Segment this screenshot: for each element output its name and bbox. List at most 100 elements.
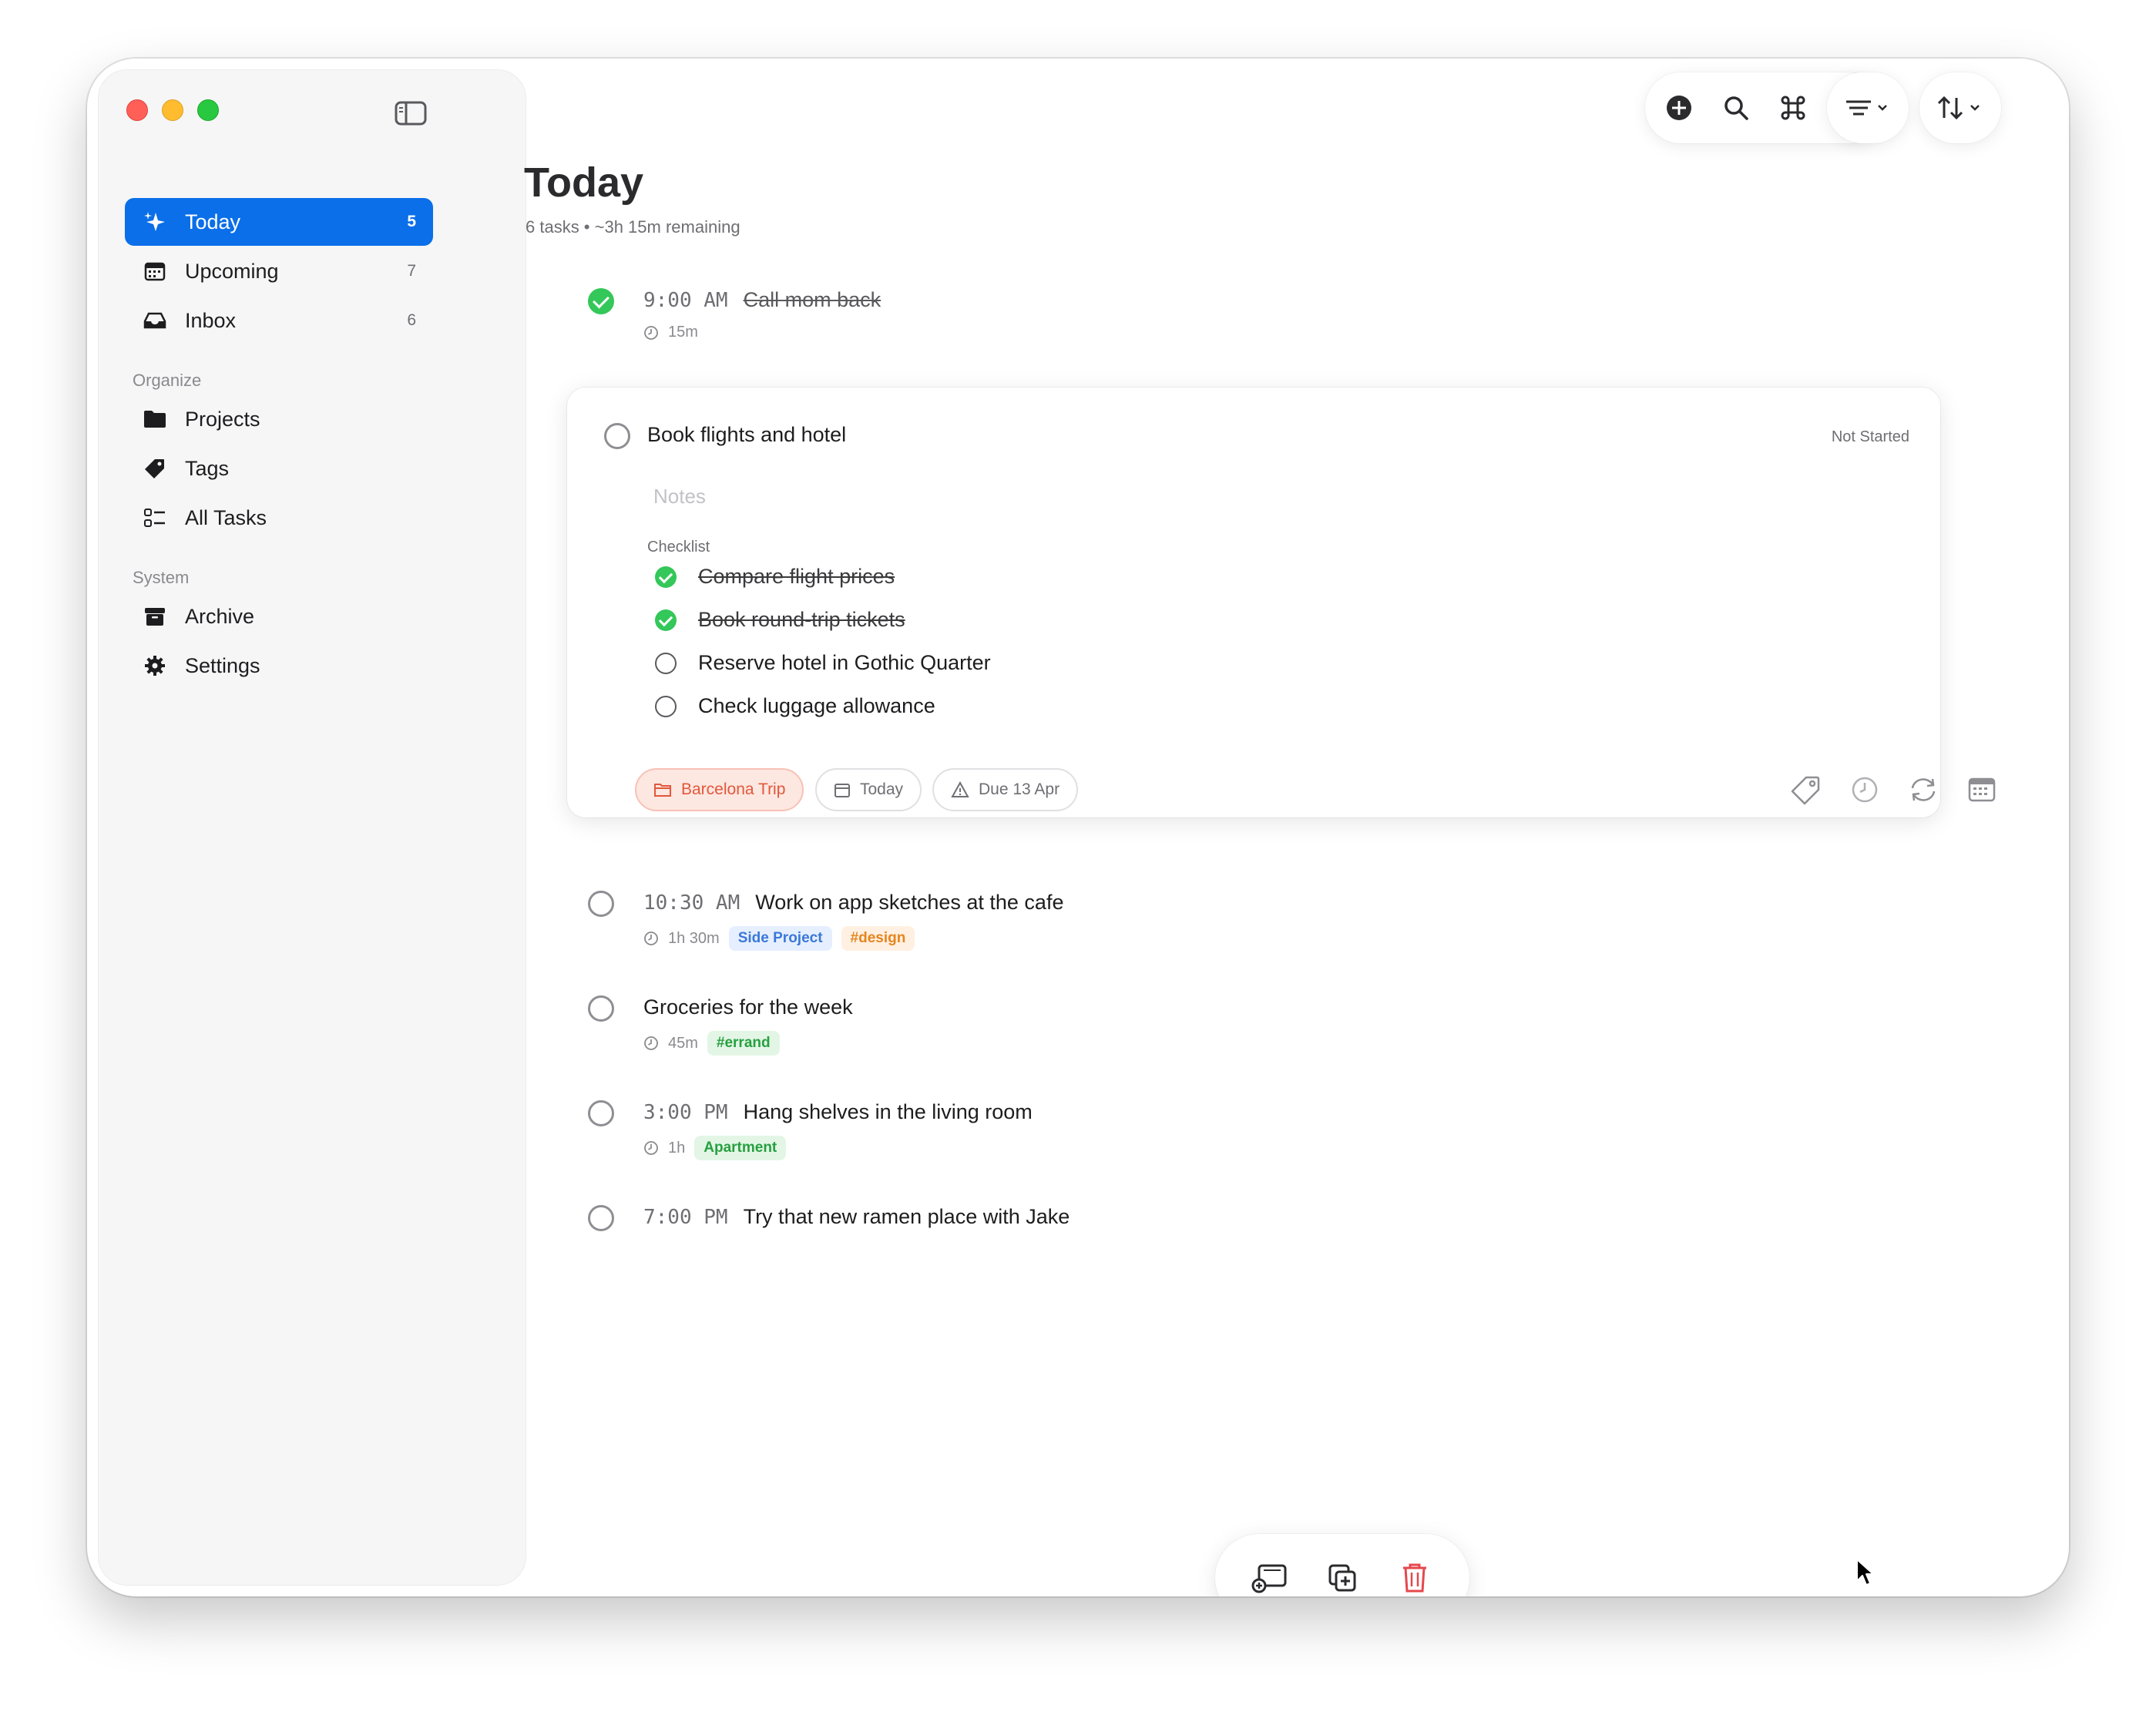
sidebar-item-count: 5 — [407, 213, 416, 230]
checklist-label: Checklist — [647, 539, 710, 556]
section-label-system: System — [133, 568, 190, 587]
inbox-tray-icon — [142, 307, 168, 334]
sidebar-item-count: 7 — [407, 262, 416, 280]
task-title: Hang shelves in the living room — [743, 1100, 1033, 1123]
checklist-checkbox[interactable] — [655, 652, 677, 674]
gear-icon — [142, 653, 168, 679]
list-icon — [142, 505, 168, 531]
clock-icon — [644, 325, 658, 340]
repeat-icon[interactable] — [1906, 773, 1940, 807]
search-icon[interactable] — [1716, 88, 1756, 128]
add-circle-icon[interactable] — [1659, 88, 1699, 128]
checklist-item-text: Compare flight prices — [698, 565, 895, 588]
when-chip-label: Today — [860, 780, 904, 798]
checklist-item-text: Book round-trip tickets — [698, 608, 905, 631]
task-checkbox[interactable] — [588, 1100, 614, 1126]
notes-field[interactable]: Notes — [653, 485, 706, 509]
checklist-item-text: Reserve hotel in Gothic Quarter — [698, 651, 991, 674]
sidebar-item-label: Upcoming — [185, 259, 279, 283]
folder-icon — [654, 784, 671, 797]
folder-icon — [142, 406, 168, 432]
sidebar-item-upcoming[interactable]: Upcoming 7 — [125, 247, 433, 295]
clock-icon[interactable] — [1848, 773, 1882, 807]
checklist-item[interactable]: Check luggage allowance — [655, 694, 935, 718]
sort-arrows-icon — [1933, 88, 1987, 128]
task-time: 7:00 PM — [643, 1206, 728, 1229]
calendar-icon — [835, 784, 850, 797]
task-time: 10:30 AM — [643, 891, 740, 915]
task-checkbox[interactable] — [588, 995, 614, 1022]
sidebar-item-label: Projects — [185, 407, 260, 431]
trash-icon[interactable] — [1395, 1558, 1435, 1596]
calendar-icon[interactable] — [1965, 773, 1999, 807]
close-window-button[interactable] — [126, 99, 148, 121]
sidebar-item-inbox[interactable]: Inbox 6 — [125, 297, 433, 344]
sidebar-item-today[interactable]: Today 5 — [125, 198, 433, 246]
task-time: 3:00 PM — [643, 1101, 728, 1124]
tag-icon — [142, 455, 168, 482]
checklist-checkbox[interactable] — [655, 695, 677, 717]
task-time: 9:00 AM — [643, 289, 728, 312]
hashtag-tag[interactable]: #errand — [707, 1031, 780, 1056]
calendar-icon — [142, 258, 168, 284]
filter-lines-icon — [1841, 88, 1895, 128]
window-controls — [126, 99, 219, 121]
move-to-icon[interactable] — [1250, 1558, 1290, 1596]
sidebar-item-label: Tags — [185, 456, 230, 480]
task-duration: 45m — [668, 1034, 698, 1052]
tag-icon[interactable] — [1789, 773, 1823, 807]
sidebar-item-tags[interactable]: Tags — [125, 445, 433, 492]
task-checkbox[interactable] — [604, 423, 630, 449]
sidebar-toggle-icon[interactable] — [395, 101, 427, 126]
status-badge[interactable]: Not Started — [1832, 428, 1909, 446]
project-chip[interactable]: Barcelona Trip — [635, 768, 804, 811]
hashtag-tag[interactable]: #design — [841, 926, 915, 951]
task-title: Work on app sketches at the cafe — [755, 891, 1064, 914]
task-title: Call mom back — [743, 288, 882, 311]
due-date-chip[interactable]: Due 13 Apr — [932, 768, 1079, 811]
checklist-checkbox-done[interactable] — [655, 609, 677, 631]
project-chip-label: Barcelona Trip — [681, 780, 786, 798]
task-duration: 1h — [668, 1139, 686, 1156]
sparkle-star-icon — [142, 209, 168, 235]
app-window: Today 5 Upcoming 7 Inbox 6 Organize Proj… — [87, 59, 2069, 1596]
filter-menu-button[interactable] — [1827, 72, 1909, 143]
task-checkbox[interactable] — [588, 1205, 614, 1231]
sidebar-item-label: Settings — [185, 653, 260, 677]
checklist-item[interactable]: Book round-trip tickets — [655, 608, 905, 632]
task-checkbox[interactable] — [588, 891, 614, 917]
checklist-checkbox-done[interactable] — [655, 566, 677, 588]
sidebar-item-projects[interactable]: Projects — [125, 395, 433, 443]
task-duration: 1h 30m — [668, 929, 720, 947]
task-checkbox-done[interactable] — [588, 288, 614, 314]
checklist-item[interactable]: Compare flight prices — [655, 565, 895, 589]
checklist-item[interactable]: Reserve hotel in Gothic Quarter — [655, 651, 991, 675]
sort-menu-button[interactable] — [1919, 72, 2001, 143]
task-title: Groceries for the week — [643, 995, 853, 1019]
minimize-window-button[interactable] — [162, 99, 183, 121]
sidebar-item-count: 6 — [407, 311, 416, 329]
task-detail-card[interactable]: Book flights and hotel Not Started Notes… — [567, 388, 1996, 817]
sidebar-item-settings[interactable]: Settings — [125, 642, 433, 690]
project-tag[interactable]: Apartment — [694, 1136, 787, 1160]
task-duration: 15m — [668, 324, 698, 341]
task-title[interactable]: Book flights and hotel — [647, 423, 846, 447]
project-tag[interactable]: Side Project — [728, 926, 832, 951]
zoom-window-button[interactable] — [197, 99, 219, 121]
sidebar-item-label: Today — [185, 210, 241, 233]
sidebar-item-archive[interactable]: Archive — [125, 592, 433, 640]
bottom-action-bar — [1215, 1534, 1469, 1596]
sidebar-item-all-tasks[interactable]: All Tasks — [125, 494, 433, 542]
task-title: Try that new ramen place with Jake — [743, 1205, 1070, 1228]
checklist-item-text: Check luggage allowance — [698, 694, 935, 717]
mouse-cursor-icon — [1856, 1559, 1874, 1586]
clock-icon — [644, 1036, 658, 1050]
sidebar: Today 5 Upcoming 7 Inbox 6 Organize Proj… — [98, 69, 526, 1586]
when-chip[interactable]: Today — [815, 768, 922, 811]
duplicate-icon[interactable] — [1322, 1558, 1362, 1596]
archive-box-icon — [142, 603, 168, 629]
sidebar-item-label: Archive — [185, 604, 255, 628]
section-label-organize: Organize — [133, 371, 202, 390]
command-icon[interactable] — [1773, 88, 1813, 128]
page-subtitle: 6 tasks • ~3h 15m remaining — [526, 217, 740, 237]
